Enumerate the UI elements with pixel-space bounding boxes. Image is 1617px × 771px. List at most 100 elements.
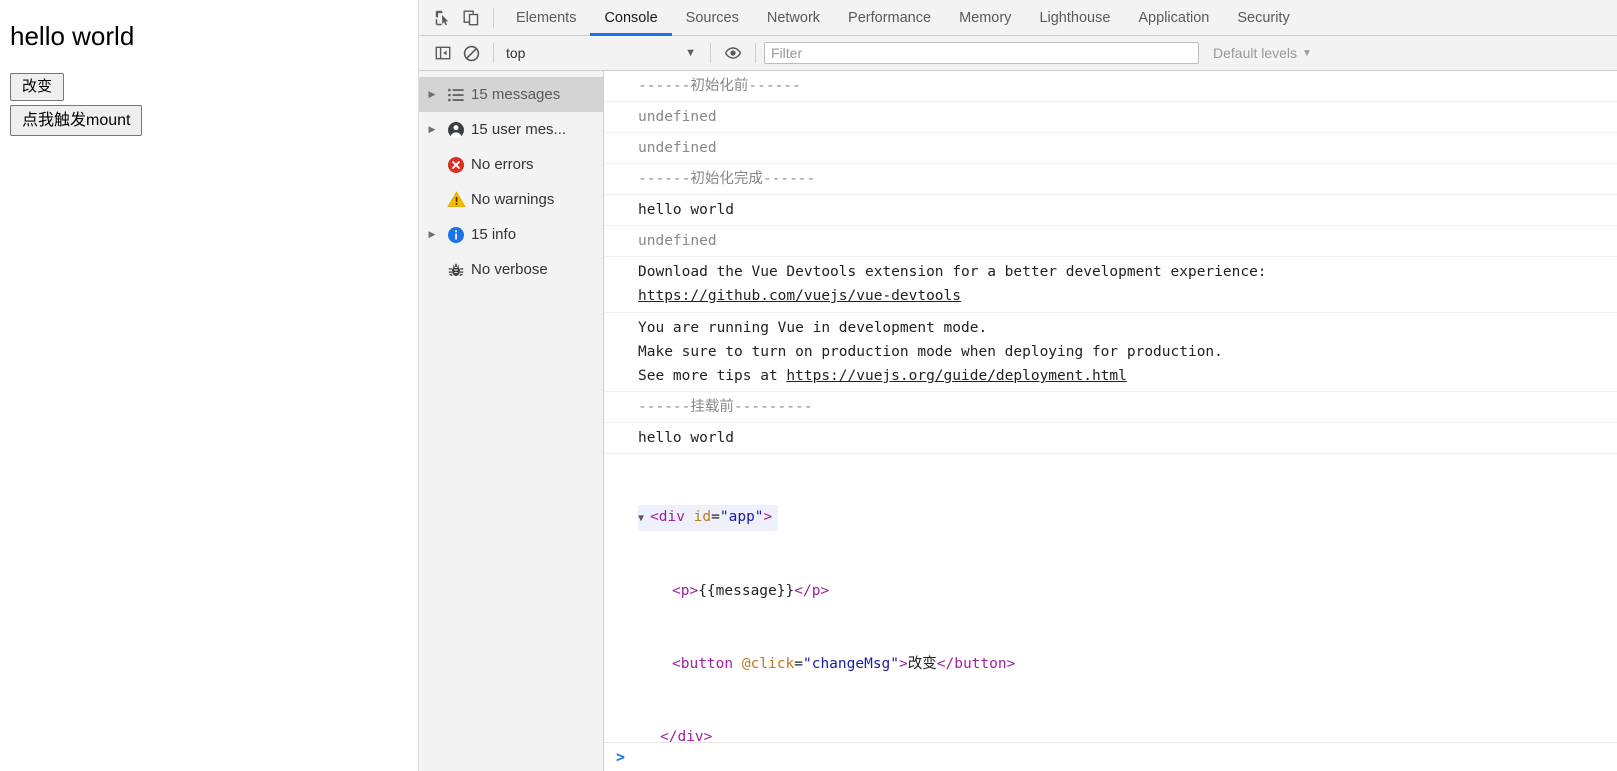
log-row: undefined [604, 102, 1617, 133]
sidebar-item-messages[interactable]: ▶ 15 messages [419, 77, 603, 112]
prompt-chevron-icon: > [616, 748, 626, 766]
log-row: hello world [604, 195, 1617, 226]
expand-triangle-icon[interactable]: ▶ [423, 229, 441, 240]
node-text: 改变 [907, 656, 937, 672]
screen-root: hello world 改变 点我触发mount Elements Consol… [0, 0, 1617, 771]
log-row: undefined [604, 133, 1617, 164]
sidebar-item-user-messages[interactable]: ▶ 15 user mes... [419, 112, 603, 147]
log-row: ------挂载前--------- [604, 392, 1617, 423]
tab-sources[interactable]: Sources [672, 0, 753, 35]
info-icon [441, 226, 471, 244]
console-log-scroll: ------初始化前------ undefined undefined ---… [604, 71, 1617, 742]
console-log-area[interactable]: ------初始化前------ undefined undefined ---… [604, 71, 1617, 771]
angle-bracket: < [672, 583, 681, 599]
device-toolbar-icon[interactable] [457, 4, 485, 32]
angle-bracket: > [899, 656, 908, 672]
dom-child-button: <button @click="changeMsg">改变</button> [672, 656, 1015, 672]
toolbar-divider [493, 7, 494, 28]
tab-network[interactable]: Network [753, 0, 834, 35]
log-row-vue-devmode: You are running Vue in development mode.… [604, 313, 1617, 392]
bug-icon [441, 262, 471, 278]
filter-input[interactable] [764, 42, 1199, 64]
sidebar-item-verbose[interactable]: No verbose [419, 252, 603, 287]
sidebar-item-label: No errors [471, 156, 534, 173]
log-row: hello world [604, 423, 1617, 454]
trigger-mount-button[interactable]: 点我触发mount [10, 104, 143, 136]
angle-bracket: > [763, 509, 773, 525]
attr-value: "app" [719, 509, 764, 525]
dom-node-close-tag: </div> [660, 729, 713, 742]
filterbar-divider-1 [493, 43, 494, 63]
tag-name: button [680, 656, 734, 672]
log-row: ------初始化完成------ [604, 164, 1617, 195]
angle-bracket: </ [794, 583, 812, 599]
execution-context-select[interactable]: top ▼ [502, 41, 702, 65]
inspect-element-icon[interactable] [429, 4, 457, 32]
angle-bracket: < [672, 656, 681, 672]
person-icon [441, 121, 471, 139]
log-levels-select[interactable]: Default levels ▼ [1213, 45, 1312, 61]
tab-memory[interactable]: Memory [945, 0, 1025, 35]
log-row-dom-tree[interactable]: ▼ <div id="app"> <p>{{message}}</p> <butt… [604, 454, 1617, 742]
console-prompt[interactable]: > [604, 742, 1617, 771]
tab-elements[interactable]: Elements [502, 0, 590, 35]
vue-deployment-link[interactable]: https://vuejs.org/guide/deployment.html [786, 368, 1126, 384]
tab-application[interactable]: Application [1124, 0, 1223, 35]
change-button[interactable]: 改变 [10, 72, 65, 101]
sidebar-item-label: 15 messages [471, 86, 561, 103]
sidebar-item-label: No warnings [471, 191, 555, 208]
log-row: ------初始化前------ [604, 71, 1617, 102]
page-title: hello world [10, 21, 135, 51]
filterbar-divider-3 [755, 43, 756, 63]
attr-name: id [693, 509, 712, 525]
console-body: ▶ 15 messages ▶ 15 user mes... No errors… [419, 71, 1617, 771]
angle-bracket: </ [936, 656, 955, 672]
angle-bracket: < [650, 509, 659, 525]
tag-name: button [954, 656, 1007, 672]
tab-lighthouse[interactable]: Lighthouse [1025, 0, 1124, 35]
log-text: Download the Vue Devtools extension for … [638, 264, 1267, 280]
warning-icon [441, 191, 471, 208]
execution-context-value: top [506, 45, 526, 61]
log-levels-label: Default levels [1213, 45, 1298, 61]
sidebar-item-label: No verbose [471, 261, 548, 278]
attr-equals: = [711, 509, 720, 525]
tab-security[interactable]: Security [1223, 0, 1303, 35]
list-icon [441, 88, 471, 102]
angle-bracket: > [820, 583, 830, 599]
tag-name: div [658, 509, 685, 525]
angle-bracket: > [1006, 656, 1016, 672]
tab-console[interactable]: Console [590, 0, 672, 36]
sidebar-item-label: 15 info [471, 226, 517, 243]
sidebar-item-warnings[interactable]: No warnings [419, 182, 603, 217]
collapse-triangle-icon[interactable]: ▼ [638, 506, 650, 531]
devtools-tabstrip: Elements Console Sources Network Perform… [419, 0, 1617, 36]
log-row-vue-devtools: Download the Vue Devtools extension for … [604, 257, 1617, 313]
angle-bracket: > [689, 583, 699, 599]
attr-value: "changeMsg" [802, 656, 900, 672]
log-text: You are running Vue in development mode. [638, 320, 988, 336]
sidebar-item-errors[interactable]: No errors [419, 147, 603, 182]
console-filter-bar: top ▼ Default levels ▼ [419, 36, 1617, 71]
dom-child-p: <p>{{message}}</p> [672, 583, 829, 599]
console-sidebar: ▶ 15 messages ▶ 15 user mes... No errors… [419, 71, 604, 771]
error-icon [441, 156, 471, 174]
dom-node-open-tag[interactable]: ▼ <div id="app"> [638, 505, 779, 531]
sidebar-item-info[interactable]: ▶ 15 info [419, 217, 603, 252]
live-expression-eye-icon[interactable] [719, 39, 747, 67]
expand-triangle-icon[interactable]: ▶ [423, 124, 441, 135]
chevron-down-icon: ▼ [685, 47, 696, 59]
attr-name: @click [741, 656, 795, 672]
log-text: See more tips at [638, 368, 787, 384]
chevron-down-icon: ▼ [1302, 47, 1312, 59]
expand-triangle-icon[interactable]: ▶ [423, 89, 441, 100]
devtools-panel: Elements Console Sources Network Perform… [419, 0, 1617, 771]
show-console-sidebar-icon[interactable] [429, 39, 457, 67]
vue-devtools-link[interactable]: https://github.com/vuejs/vue-devtools [638, 288, 961, 304]
clear-console-icon[interactable] [457, 39, 485, 67]
browser-page-viewport: hello world 改变 点我触发mount [0, 0, 419, 771]
attr-equals: = [794, 656, 803, 672]
log-row: undefined [604, 226, 1617, 257]
tab-performance[interactable]: Performance [834, 0, 945, 35]
